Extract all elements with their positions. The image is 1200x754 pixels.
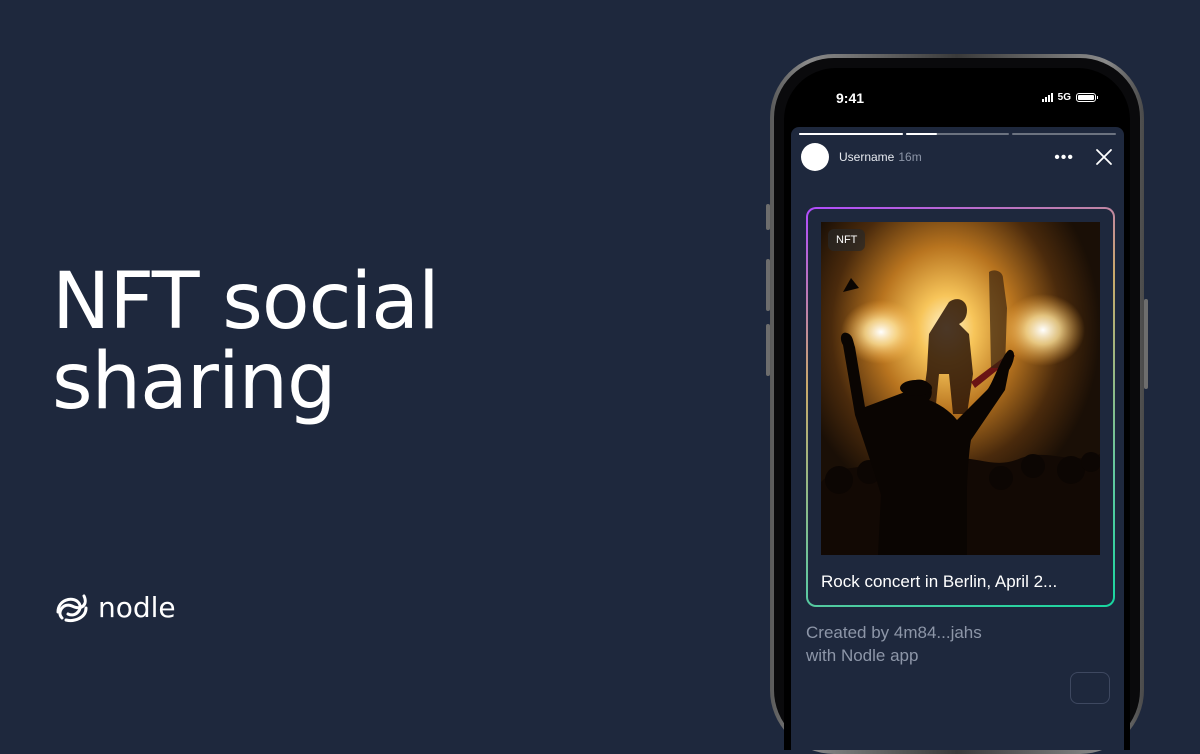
share-button[interactable] [1070, 672, 1110, 704]
concert-photo-art [821, 222, 1100, 555]
close-icon[interactable] [1094, 147, 1114, 167]
nft-card-body: NFT Rock concert in Berlin, April 2... [808, 209, 1113, 605]
created-by-line: Created by 4m84...jahs [806, 623, 982, 642]
avatar[interactable] [801, 143, 829, 171]
network-label: 5G [1057, 92, 1071, 103]
phone-power-button [1144, 299, 1148, 389]
created-with-line: with Nodle app [806, 646, 919, 665]
phone-bezel: 9:41 5G Username 16m ••• NFT Rock concer… [774, 58, 1140, 750]
phone-mockup: 9:41 5G Username 16m ••• NFT Rock concer… [766, 54, 1148, 754]
story-progress-segment [905, 133, 1010, 135]
nodle-logo-icon [56, 594, 88, 622]
username[interactable]: Username [839, 150, 894, 164]
headline: NFT social sharing [52, 257, 440, 427]
story-header: Username 16m ••• [801, 143, 1114, 171]
status-time: 9:41 [836, 90, 865, 106]
phone-silent-switch [766, 204, 770, 230]
story-progress-segment [799, 133, 903, 135]
story-viewer[interactable]: Username 16m ••• NFT Rock concert in Ber… [791, 127, 1124, 750]
nft-title[interactable]: Rock concert in Berlin, April 2... [821, 572, 1057, 592]
nft-badge: NFT [828, 229, 866, 251]
signal-icon [1041, 93, 1053, 102]
status-bar: 9:41 5G [784, 90, 1130, 110]
phone-volume-down [766, 324, 770, 376]
brand-name: nodle [98, 590, 176, 624]
story-progress [799, 133, 1117, 135]
headline-line-1: NFT social [52, 257, 440, 347]
nft-card[interactable]: NFT Rock concert in Berlin, April 2... [806, 207, 1115, 607]
ellipsis-icon[interactable]: ••• [1054, 149, 1074, 167]
battery-icon [1076, 93, 1098, 102]
concert-photo: NFT [821, 222, 1100, 555]
phone-volume-up [766, 259, 770, 311]
story-time-ago: 16m [898, 150, 922, 164]
phone-screen: 9:41 5G Username 16m ••• NFT Rock concer… [784, 68, 1130, 750]
brand: nodle [52, 590, 176, 624]
story-progress-segment [1012, 133, 1117, 135]
created-by-caption: Created by 4m84...jahs with Nodle app [806, 621, 982, 667]
status-indicators: 5G [1041, 92, 1098, 103]
headline-line-2: sharing [52, 337, 337, 427]
